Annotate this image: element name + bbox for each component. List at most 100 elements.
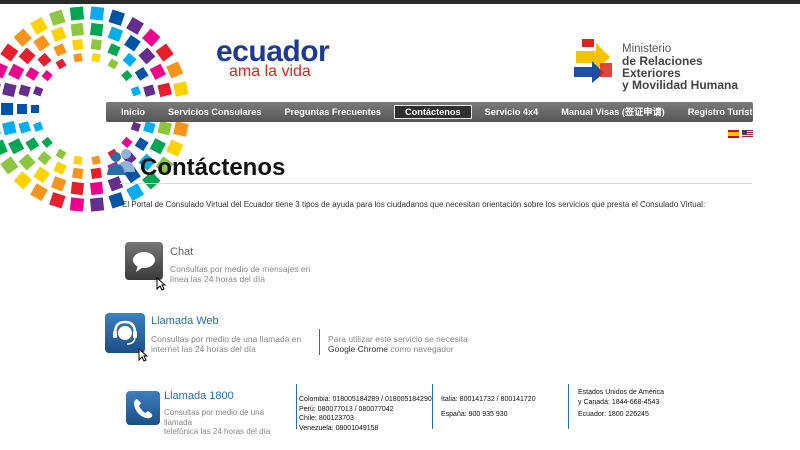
sunburst-tile bbox=[107, 26, 124, 42]
sunburst-tile bbox=[41, 136, 53, 149]
sunburst-tile bbox=[107, 43, 121, 57]
sunburst-tile bbox=[33, 166, 50, 184]
sunburst-tile bbox=[50, 176, 67, 192]
sunburst-tile bbox=[122, 52, 137, 67]
sunburst-tile bbox=[53, 161, 67, 175]
sunburst-tile bbox=[155, 43, 174, 62]
sunburst-tile bbox=[73, 155, 83, 165]
phone-italia: Italia: 800141732 / 800141720 bbox=[441, 396, 536, 403]
sunburst-tile bbox=[37, 151, 52, 166]
page-title: Contáctenos bbox=[140, 154, 286, 181]
sunburst-tile bbox=[18, 84, 31, 97]
chat-button[interactable] bbox=[125, 242, 163, 280]
sunburst-tile bbox=[70, 22, 85, 37]
sunburst-tile bbox=[25, 137, 40, 152]
sunburst-tile bbox=[134, 66, 149, 81]
sunburst-tile bbox=[0, 81, 1, 97]
sunburst-tile bbox=[143, 121, 156, 134]
phone-column-latam: Colombia: 018005184289 / 018005184290 Pe… bbox=[299, 395, 432, 433]
sunburst-tile bbox=[17, 104, 27, 114]
sunburst-tile bbox=[157, 82, 172, 98]
sunburst-tile bbox=[2, 120, 17, 136]
sunburst-tile bbox=[8, 138, 25, 155]
sunburst-tile bbox=[18, 47, 36, 65]
sunburst-tile bbox=[41, 69, 53, 82]
web-call-button[interactable] bbox=[105, 313, 145, 353]
sunburst-tile bbox=[0, 139, 8, 157]
phone-column-divider bbox=[432, 384, 433, 429]
cursor-pointer-icon bbox=[138, 348, 148, 362]
sunburst-tile bbox=[31, 105, 39, 113]
sunburst-tile bbox=[49, 192, 66, 209]
title-divider bbox=[120, 183, 752, 184]
sunburst-tile bbox=[89, 181, 104, 196]
web-call-requirement: Para utilizar este servicio se necesita … bbox=[328, 334, 468, 354]
phone-column-divider bbox=[296, 384, 297, 429]
sunburst-tile bbox=[69, 6, 85, 21]
sunburst-tile bbox=[143, 84, 156, 97]
users-icon bbox=[107, 149, 135, 175]
us-flag-icon[interactable] bbox=[742, 130, 753, 138]
sunburst-tile bbox=[13, 28, 32, 47]
es-flag-icon[interactable] bbox=[728, 130, 739, 138]
sunburst-tile bbox=[55, 58, 67, 70]
chat-title[interactable]: Chat bbox=[170, 246, 193, 258]
nav-servicio-4x4[interactable]: Servicio 4x4 bbox=[485, 102, 539, 122]
phone-chile: Chile: 800123703 bbox=[299, 415, 354, 422]
chat-description: Consultas por medio de mensajes en línea… bbox=[170, 264, 330, 284]
sunburst-tile bbox=[90, 167, 102, 179]
phone-column-americas: Estados Unidos de América y Canadá: 1844… bbox=[578, 388, 664, 420]
sunburst-tile bbox=[124, 34, 141, 52]
call-1800-title[interactable]: Llamada 1800 bbox=[164, 390, 234, 402]
sunburst-tile bbox=[157, 120, 172, 136]
sunburst-tile bbox=[149, 138, 166, 155]
sunburst-tile bbox=[55, 148, 67, 160]
phone-icon bbox=[134, 399, 153, 419]
nav-registro-turistico[interactable]: Registro Turístico bbox=[688, 102, 766, 122]
sunburst-tile bbox=[70, 181, 85, 196]
nav-preguntas-frecuentes[interactable]: Preguntas Frecuentes bbox=[284, 102, 381, 122]
browser-name: Google Chrome bbox=[328, 344, 389, 354]
chat-desc-line2: línea las 24 horas del día bbox=[170, 274, 265, 284]
sunburst-tile bbox=[173, 121, 189, 137]
sunburst-tile bbox=[30, 16, 48, 35]
sunburst-tile bbox=[138, 47, 156, 65]
ministry-line2: de Relaciones Exteriores bbox=[622, 54, 703, 80]
sunburst-tile bbox=[33, 121, 44, 132]
sunburst-tile bbox=[30, 183, 48, 202]
call-1800-button[interactable] bbox=[126, 391, 160, 425]
intro-text: El Portal de Consulado Virtual del Ecuad… bbox=[122, 200, 706, 209]
web-call-title[interactable]: Llamada Web bbox=[151, 315, 219, 327]
sunburst-tile bbox=[149, 63, 166, 80]
phone-ecuador: Ecuador: 1800 226245 bbox=[578, 411, 649, 418]
sunburst-tile bbox=[33, 86, 44, 97]
nav-contactenos[interactable]: Contáctenos bbox=[393, 105, 472, 119]
sunburst-tile bbox=[0, 121, 1, 137]
ministry-line3: y Movilidad Humana bbox=[622, 78, 739, 92]
sunburst-tile bbox=[72, 39, 84, 51]
sunburst-tile bbox=[173, 81, 189, 97]
sunburst-tile bbox=[89, 197, 105, 212]
phone-usa-canada: y Canadá: 1844-668-4543 bbox=[578, 398, 660, 406]
sunburst-tile bbox=[90, 39, 102, 51]
nav-servicios-consulares[interactable]: Servicios Consulares bbox=[168, 102, 261, 122]
sunburst-tile bbox=[33, 34, 50, 52]
sunburst-tile bbox=[0, 61, 8, 79]
logo-tagline: ama la vida bbox=[229, 63, 311, 80]
ministry-logo[interactable]: Ministerio de Relaciones Exteriores y Mo… bbox=[572, 37, 762, 91]
main-nav: Inicio Servicios Consulares Preguntas Fr… bbox=[106, 102, 766, 122]
web-call-description: Consultas por medio de una llamada en in… bbox=[151, 334, 316, 354]
sunburst-tile bbox=[69, 197, 85, 212]
web-call-note-line1: Para utilizar este servicio se necesita bbox=[328, 334, 468, 344]
sunburst-tile bbox=[91, 53, 101, 63]
sunburst-tile bbox=[0, 43, 19, 62]
phone-column-divider bbox=[568, 384, 569, 429]
sunburst-tile bbox=[0, 156, 19, 175]
sunburst-tile bbox=[73, 53, 83, 63]
sunburst-tile bbox=[37, 52, 52, 67]
nav-inicio[interactable]: Inicio bbox=[121, 102, 145, 122]
call-1800-description: Consultas por medio de una llamada telef… bbox=[164, 408, 294, 437]
nav-manual-visas[interactable]: Manual Visas (签证申请) bbox=[561, 102, 664, 122]
sunburst-tile bbox=[89, 6, 105, 21]
sunburst-tile bbox=[91, 155, 101, 165]
